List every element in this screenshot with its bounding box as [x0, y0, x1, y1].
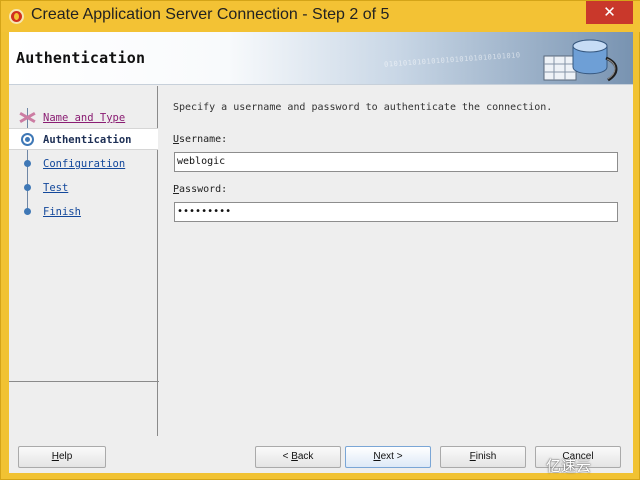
next-arrow-icon[interactable]: > [394, 451, 403, 462]
password-label: Password: [173, 184, 227, 195]
server-database-icon [543, 39, 618, 82]
help-label-rest[interactable]: elp [59, 451, 72, 462]
password-input[interactable]: ••••••••• [174, 202, 618, 222]
next-mnemonic[interactable]: N [373, 451, 380, 462]
window-titlebar[interactable]: Create Application Server Connection - S… [1, 1, 640, 32]
step-test[interactable]: Test [9, 177, 158, 199]
cloud-logo-icon: 亿速云 [546, 455, 636, 477]
next-label-rest[interactable]: ext [381, 451, 394, 462]
back-label-rest[interactable]: ack [298, 451, 314, 462]
step-configuration[interactable]: Configuration [9, 153, 158, 175]
step-label: Authentication [43, 134, 132, 146]
password-label-rest: assword: [179, 184, 228, 195]
step-bullet-icon [24, 184, 31, 191]
password-value[interactable]: ••••••••• [177, 206, 231, 217]
visited-step-icon [21, 111, 34, 124]
username-input[interactable]: weblogic [174, 152, 618, 172]
window-title: Create Application Server Connection - S… [31, 6, 390, 23]
step-bullet-icon [24, 208, 31, 215]
step-label[interactable]: Finish [43, 206, 81, 218]
username-label: Username: [173, 134, 227, 145]
form-instruction: Specify a username and password to authe… [173, 102, 553, 113]
dialog-content: Authentication 0101010101010101010101010… [9, 32, 633, 473]
current-step-icon [21, 133, 34, 146]
back-arrow-icon[interactable]: < [283, 451, 292, 462]
finish-label-rest[interactable]: inish [476, 451, 497, 462]
step-authentication[interactable]: Authentication [9, 128, 158, 150]
steps-panel: Name and Type Authentication Configurati… [9, 86, 158, 436]
finish-button[interactable]: Finish [440, 446, 526, 468]
close-icon[interactable]: ✕ [603, 3, 616, 21]
help-button[interactable]: Help [18, 446, 106, 468]
watermark-text: 亿速云 [546, 457, 592, 475]
username-value[interactable]: weblogic [177, 156, 225, 167]
banner-title: Authentication [16, 49, 146, 67]
next-button[interactable]: Next > [345, 446, 431, 468]
header-banner: Authentication 0101010101010101010101010… [9, 32, 633, 85]
wizard-button-row: Help < Back Next > Finish Cancel [9, 446, 633, 473]
step-label[interactable]: Configuration [43, 158, 125, 170]
banner-binary-pattern: 01010101010101010101010101010 [383, 51, 521, 69]
oracle-jdeveloper-icon [9, 9, 24, 24]
step-bullet-icon [24, 160, 31, 167]
step-name-and-type[interactable]: Name and Type [9, 107, 158, 129]
step-finish[interactable]: Finish [9, 201, 158, 223]
close-button[interactable]: ✕ [586, 1, 633, 24]
back-button[interactable]: < Back [255, 446, 341, 468]
username-label-rest: sername: [179, 134, 228, 145]
step-label[interactable]: Name and Type [43, 112, 125, 124]
help-mnemonic[interactable]: H [52, 451, 59, 462]
steps-panel-bottom-border [9, 381, 159, 382]
step-label[interactable]: Test [43, 182, 68, 194]
back-mnemonic[interactable]: B [291, 451, 298, 462]
dialog-window: Create Application Server Connection - S… [0, 0, 640, 480]
form-panel: Specify a username and password to authe… [159, 86, 633, 436]
